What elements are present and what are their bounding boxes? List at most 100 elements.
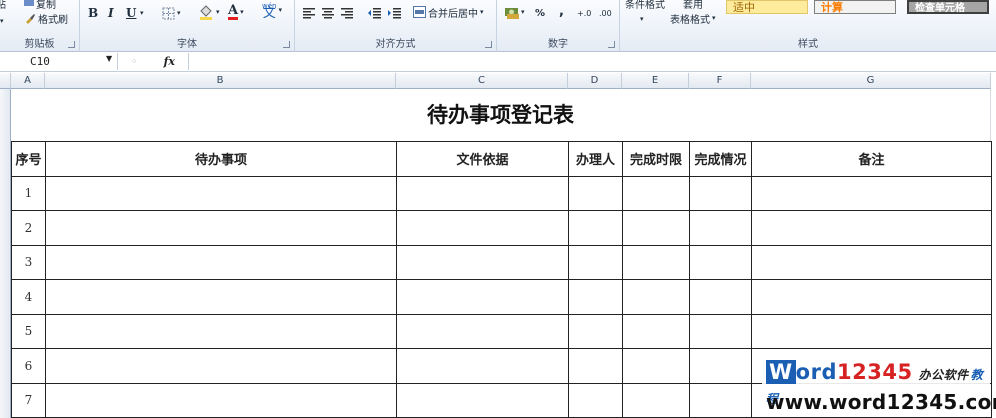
font-launcher-icon[interactable]	[283, 41, 290, 48]
header-cell-doc-basis[interactable]: 文件依据	[396, 141, 569, 177]
table-cell[interactable]	[45, 348, 397, 384]
style-calc-cell[interactable]: 计算	[814, 0, 896, 14]
column-header-c[interactable]: C	[396, 73, 568, 89]
table-cell[interactable]	[622, 244, 690, 280]
sheet-title[interactable]: 待办事项登记表	[11, 89, 991, 141]
row-index-cell[interactable]: 2	[11, 210, 46, 246]
row-index-cell[interactable]: 1	[11, 175, 46, 211]
font-color-button[interactable]: A ▾	[228, 3, 244, 21]
table-cell[interactable]	[568, 348, 623, 384]
column-header-a[interactable]: A	[11, 73, 45, 89]
paste-dropdown-arrow[interactable]: ▾	[0, 12, 4, 30]
number-launcher-icon[interactable]	[608, 41, 615, 48]
column-header-e[interactable]: E	[622, 73, 689, 89]
table-cell[interactable]	[568, 382, 623, 418]
style-check-cell[interactable]: 检查单元格	[907, 0, 989, 14]
table-cell[interactable]	[568, 244, 623, 280]
table-cell[interactable]	[622, 175, 690, 211]
header-cell-status[interactable]: 完成情况	[689, 141, 752, 177]
align-left-button[interactable]	[303, 4, 315, 22]
table-cell[interactable]	[568, 175, 623, 211]
column-header-d[interactable]: D	[568, 73, 622, 89]
italic-button[interactable]: I	[108, 4, 114, 22]
table-cell[interactable]	[45, 279, 397, 315]
table-cell[interactable]	[396, 279, 569, 315]
header-cell-index[interactable]: 序号	[11, 141, 46, 177]
table-cell[interactable]	[689, 279, 752, 315]
phonetic-button[interactable]: wén 文 ▾	[262, 1, 282, 20]
table-cell[interactable]	[396, 313, 569, 349]
format-as-table-button-2[interactable]: 表格格式 ▾	[670, 9, 716, 27]
underline-dropdown[interactable]: ▾	[140, 4, 144, 22]
table-cell[interactable]	[751, 210, 992, 246]
style-neutral-cell[interactable]: 适中	[726, 0, 808, 14]
table-cell[interactable]	[622, 348, 690, 384]
comma-style-button[interactable]: ,	[559, 2, 564, 20]
clipboard-launcher-icon[interactable]	[68, 41, 75, 48]
header-cell-deadline[interactable]: 完成时限	[622, 141, 690, 177]
conditional-format-button[interactable]: 条件格式	[625, 0, 665, 12]
align-center-button[interactable]	[322, 4, 334, 22]
conditional-format-dropdown[interactable]: ▾	[640, 10, 644, 28]
table-cell[interactable]	[622, 279, 690, 315]
table-cell[interactable]	[396, 244, 569, 280]
table-cell[interactable]	[568, 313, 623, 349]
fill-color-button[interactable]: ▾	[198, 3, 220, 21]
row-index-cell[interactable]: 7	[11, 382, 46, 418]
header-cell-task[interactable]: 待办事项	[45, 141, 397, 177]
table-cell[interactable]	[45, 382, 397, 418]
column-header-g[interactable]: G	[751, 73, 991, 89]
table-cell[interactable]	[568, 279, 623, 315]
row-index-cell[interactable]: 4	[11, 279, 46, 315]
table-cell[interactable]	[689, 244, 752, 280]
table-cell[interactable]	[45, 244, 397, 280]
table-cell[interactable]	[689, 175, 752, 211]
table-cell[interactable]	[751, 279, 992, 315]
align-right-button[interactable]	[341, 4, 353, 22]
increase-decimal-button[interactable]: +.0	[577, 4, 591, 22]
increase-indent-button[interactable]	[388, 4, 401, 22]
accounting-format-button[interactable]: ▾	[505, 3, 525, 21]
table-cell[interactable]	[622, 210, 690, 246]
table-cell[interactable]	[689, 348, 752, 384]
table-cell[interactable]	[751, 244, 992, 280]
format-painter-button[interactable]: 格式刷	[24, 9, 68, 27]
table-cell[interactable]	[396, 382, 569, 418]
name-box[interactable]: C10	[0, 53, 118, 70]
table-cell[interactable]	[396, 175, 569, 211]
select-all-corner[interactable]	[0, 73, 11, 89]
alignment-launcher-icon[interactable]	[485, 41, 492, 48]
bold-button[interactable]: B	[88, 4, 98, 22]
column-header-f[interactable]: F	[689, 73, 751, 89]
table-cell[interactable]	[622, 382, 690, 418]
table-cell[interactable]	[689, 382, 752, 418]
table-cell[interactable]	[45, 313, 397, 349]
table-cell[interactable]	[751, 313, 992, 349]
header-cell-handler[interactable]: 办理人	[568, 141, 623, 177]
table-cell[interactable]	[689, 313, 752, 349]
percent-button[interactable]: %	[535, 4, 545, 22]
table-cell[interactable]	[622, 313, 690, 349]
insert-function-button[interactable]: fx	[164, 55, 175, 68]
row-index-cell[interactable]: 6	[11, 348, 46, 384]
row-header-strip[interactable]	[0, 89, 11, 418]
table-cell[interactable]	[45, 210, 397, 246]
table-cell[interactable]	[751, 175, 992, 211]
border-button[interactable]: ▾	[162, 4, 181, 22]
decrease-indent-button[interactable]	[368, 4, 381, 22]
header-cell-remarks[interactable]: 备注	[751, 141, 992, 177]
table-cell[interactable]	[568, 210, 623, 246]
paste-button[interactable]: 粘贴	[0, 0, 20, 12]
merge-center-button[interactable]: 合并后居中 ▾	[413, 3, 484, 21]
formula-splitter-icon[interactable]: ◦	[131, 55, 138, 68]
table-cell[interactable]	[396, 210, 569, 246]
decrease-decimal-button[interactable]: .00	[599, 4, 612, 22]
table-cell[interactable]	[45, 175, 397, 211]
table-cell[interactable]	[396, 348, 569, 384]
name-box-dropdown-icon[interactable]: ▼	[106, 54, 112, 63]
formula-input[interactable]	[188, 53, 990, 70]
row-index-cell[interactable]: 5	[11, 313, 46, 349]
underline-button[interactable]: U	[126, 4, 136, 22]
table-cell[interactable]	[689, 210, 752, 246]
column-header-b[interactable]: B	[45, 73, 396, 89]
